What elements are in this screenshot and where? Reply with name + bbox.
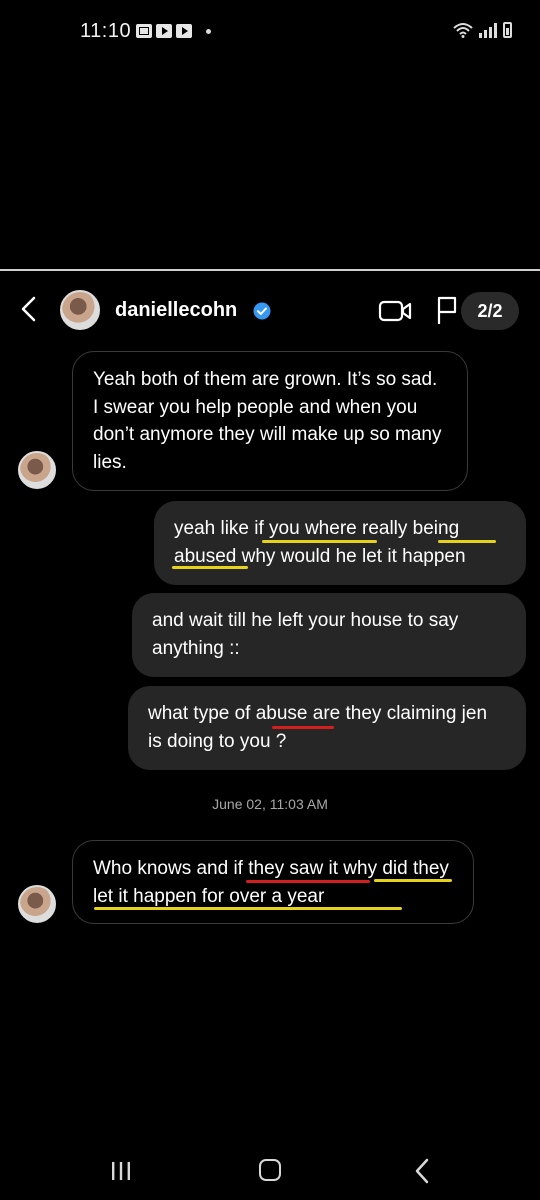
message-text: and wait till he left your house to say … (152, 610, 459, 659)
message-timestamp: June 02, 11:03 AM (212, 796, 328, 812)
wifi-icon (453, 23, 473, 38)
back-nav-icon[interactable] (414, 1158, 430, 1184)
battery-icon (503, 22, 512, 38)
youtube-icon-2 (176, 24, 192, 38)
more-notifications-dot-icon (206, 28, 211, 34)
back-chevron-icon[interactable] (18, 296, 40, 322)
highlight-underline (262, 540, 377, 543)
message-text: Yeah both of them are grown. It’s so sad… (93, 369, 442, 473)
home-icon[interactable] (259, 1159, 281, 1181)
page-counter-badge: 2/2 (461, 292, 519, 330)
notification-icons (136, 24, 211, 38)
status-bar: 11:10 (0, 0, 540, 64)
youtube-icon (156, 24, 172, 38)
system-nav-bar (0, 1140, 540, 1200)
system-icons (453, 22, 512, 38)
sender-avatar[interactable] (18, 885, 56, 923)
verified-badge-icon (253, 302, 271, 320)
highlight-underline (272, 726, 334, 729)
signal-icon (479, 22, 497, 38)
incoming-message-bubble[interactable]: Yeah both of them are grown. It’s so sad… (72, 351, 468, 491)
video-call-icon[interactable] (378, 299, 412, 323)
highlight-underline (438, 540, 496, 543)
highlight-underline (374, 879, 452, 882)
recent-apps-icon[interactable] (110, 1160, 132, 1182)
flag-icon[interactable] (436, 295, 458, 325)
outgoing-message-bubble[interactable]: yeah like if you where really being abus… (154, 501, 526, 585)
outgoing-message-bubble[interactable]: and wait till he left your house to say … (132, 593, 526, 677)
header-avatar[interactable] (60, 290, 100, 330)
screenshot-divider (0, 269, 540, 271)
sender-avatar[interactable] (18, 451, 56, 489)
gallery-icon (136, 24, 152, 38)
highlight-underline (172, 566, 248, 569)
highlight-underline (246, 880, 370, 883)
chat-header: daniellecohn 2/2 (0, 272, 540, 348)
highlight-underline (94, 907, 402, 910)
username[interactable]: daniellecohn (115, 299, 237, 322)
status-time: 11:10 (80, 20, 132, 42)
